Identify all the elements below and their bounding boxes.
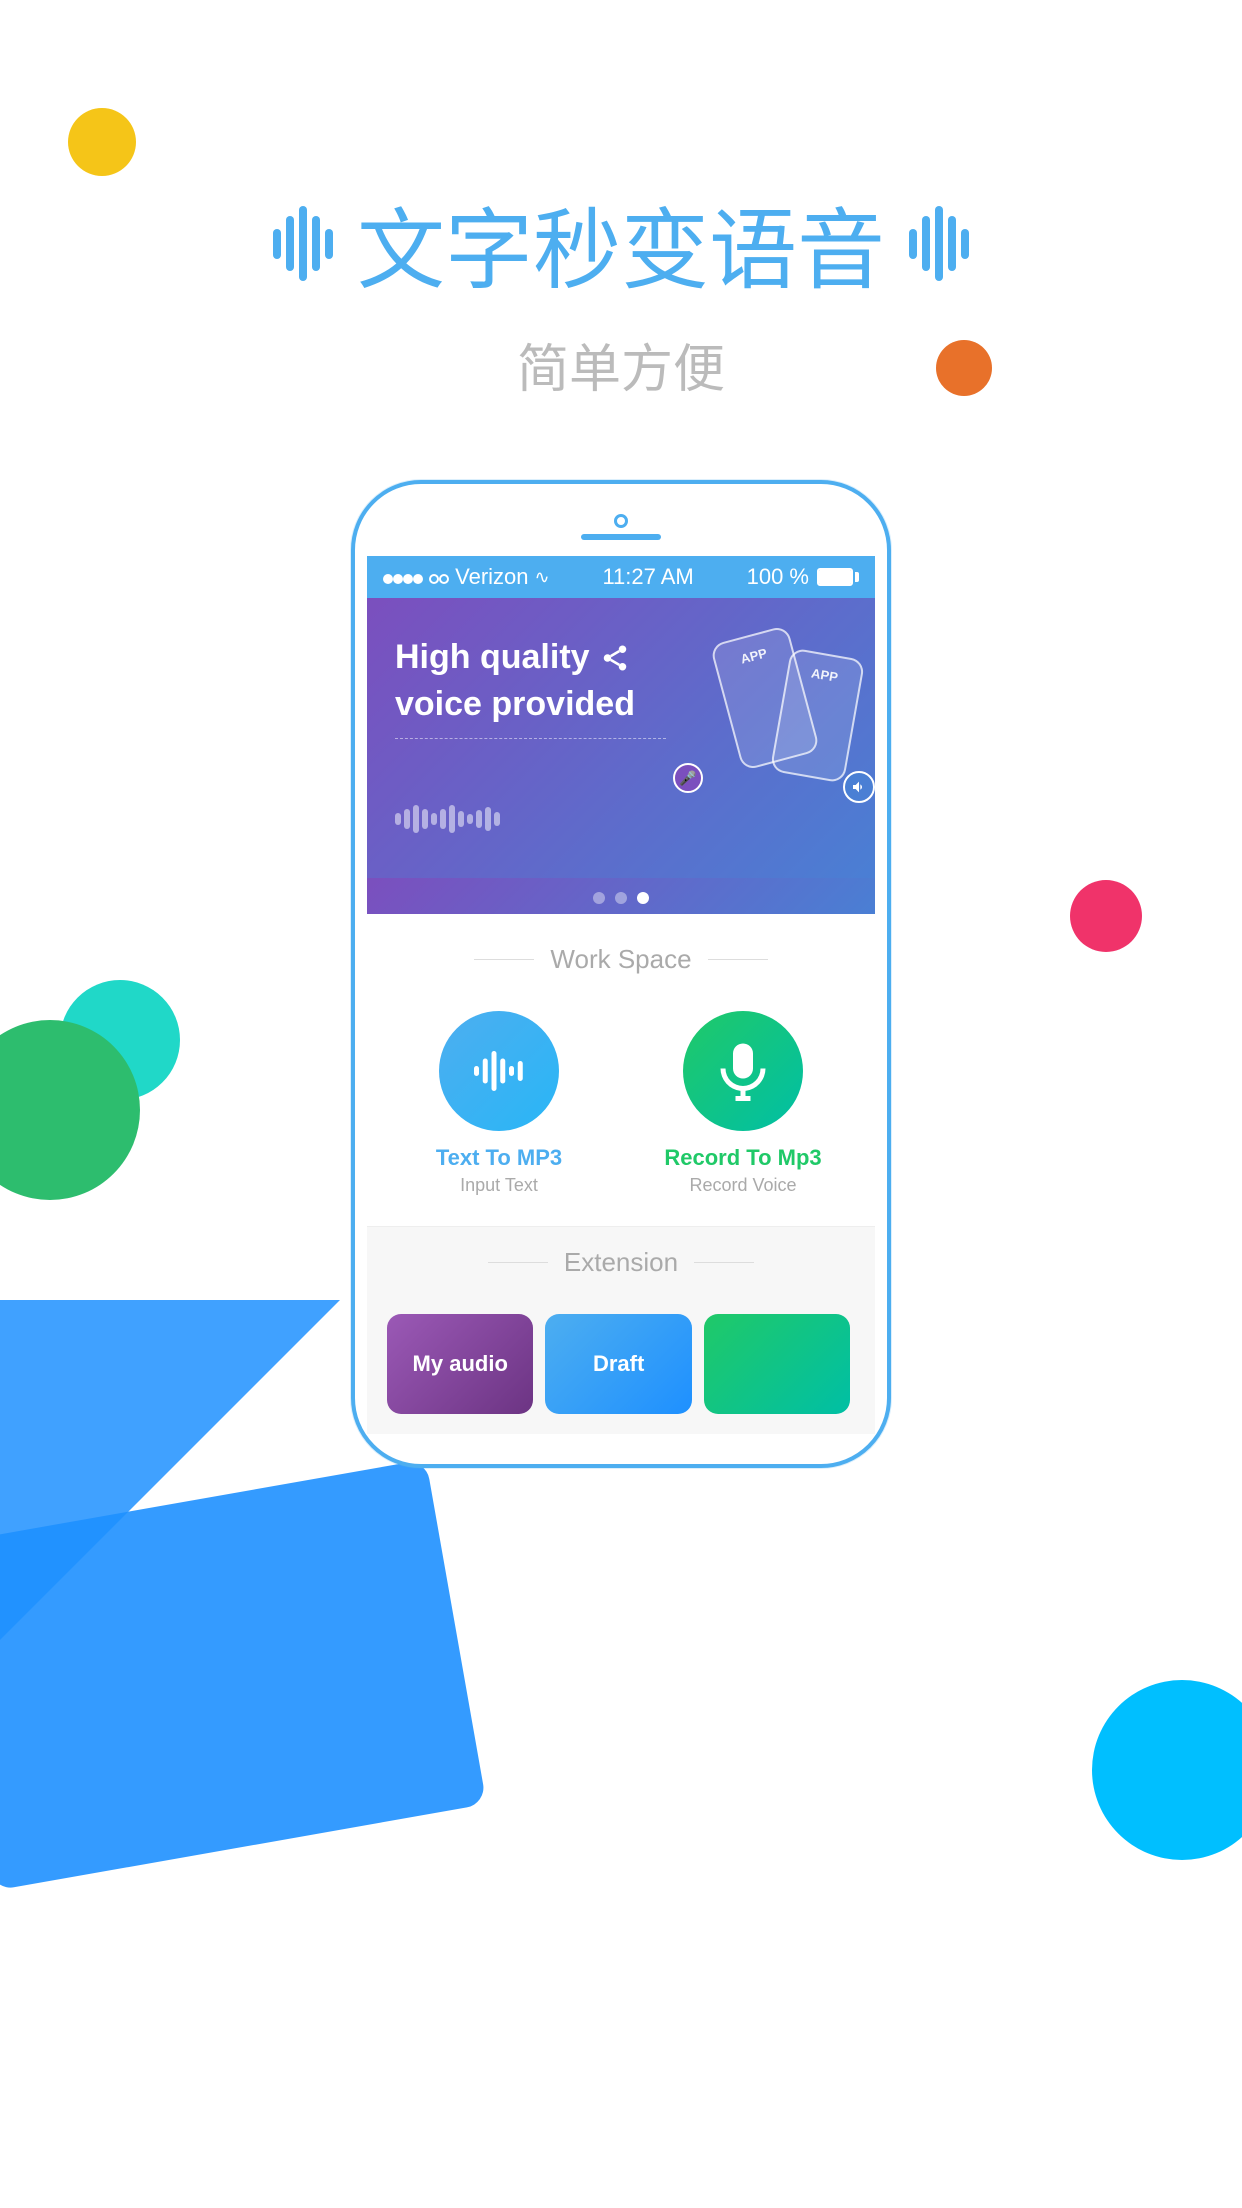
signal-indicator: [383, 564, 449, 590]
yellow-circle-decoration: [68, 108, 136, 176]
record-to-mp3-sublabel: Record Voice: [689, 1175, 796, 1196]
extension-section-title: Extension: [387, 1247, 855, 1278]
workspace-item-text-to-mp3[interactable]: Text To MP3 Input Text: [387, 1011, 611, 1196]
banner-wave-decoration: [395, 805, 500, 833]
phone-top-elements: [367, 514, 875, 540]
battery-percent: 100 %: [747, 564, 809, 590]
illus-mic-icon: 🎤: [673, 763, 703, 793]
app-headline: 文字秒变语音: [0, 180, 1242, 307]
phone-camera: [614, 514, 628, 528]
workspace-grid: Text To MP3 Input Text Record To Mp3 Rec…: [387, 1011, 855, 1196]
extension-section: Extension My audio Draft: [367, 1226, 875, 1434]
waveform-icon: [469, 1041, 529, 1101]
dot-3-active: [637, 892, 649, 904]
banner-text: High quality voice provided: [395, 638, 847, 739]
workspace-divider-left: [474, 959, 534, 960]
headline-text: 文字秒变语音: [357, 180, 885, 307]
sound-wave-right: [909, 206, 969, 281]
dot-2: [615, 892, 627, 904]
header-section: 文字秒变语音 简单方便: [0, 180, 1242, 402]
workspace-section-title: Work Space: [387, 944, 855, 975]
sound-wave-left: [273, 206, 333, 281]
record-to-mp3-icon-circle: [683, 1011, 803, 1131]
battery-body: [817, 568, 853, 586]
status-right: 100 %: [747, 564, 859, 590]
extension-card-draft[interactable]: Draft: [545, 1314, 691, 1414]
pink-circle-decoration: [1070, 880, 1142, 952]
record-to-mp3-label: Record To Mp3: [664, 1145, 821, 1171]
phone-screen: Verizon ∿ 11:27 AM 100 %: [367, 556, 875, 1434]
text-to-mp3-icon-circle: [439, 1011, 559, 1131]
battery-fill: [819, 570, 851, 584]
header-subtitle: 简单方便: [0, 327, 1242, 402]
extension-divider-left: [488, 1262, 548, 1263]
workspace-item-record-to-mp3[interactable]: Record To Mp3 Record Voice: [631, 1011, 855, 1196]
dot-1: [593, 892, 605, 904]
phone-speaker: [581, 534, 661, 540]
illus-sound-icon: [843, 771, 875, 803]
cyan-circle-decoration: [1092, 1680, 1242, 1860]
banner-divider: [395, 738, 666, 739]
workspace-section: Work Space: [367, 914, 875, 1226]
phone-frame: Verizon ∿ 11:27 AM 100 %: [351, 480, 891, 1468]
wifi-icon: ∿: [535, 567, 550, 588]
blue-rect-decoration: [0, 1459, 487, 1891]
extension-card-3[interactable]: [704, 1314, 850, 1414]
status-time: 11:27 AM: [602, 564, 693, 590]
text-to-mp3-label: Text To MP3: [436, 1145, 562, 1171]
slider-dots: [367, 878, 875, 914]
extension-cards-row: My audio Draft: [387, 1314, 855, 1414]
banner-title-line1: High quality: [395, 638, 847, 677]
battery-icon: [817, 568, 859, 586]
status-bar: Verizon ∿ 11:27 AM 100 %: [367, 556, 875, 598]
promo-banner: High quality voice provided: [367, 598, 875, 878]
status-left: Verizon ∿: [383, 564, 550, 590]
phone-mockup: Verizon ∿ 11:27 AM 100 %: [351, 480, 891, 1468]
extension-divider-right: [694, 1262, 754, 1263]
battery-cap: [855, 572, 859, 582]
microphone-icon: [713, 1041, 773, 1101]
extension-card-my-audio[interactable]: My audio: [387, 1314, 533, 1414]
workspace-divider-right: [708, 959, 768, 960]
carrier-name: Verizon: [455, 564, 528, 590]
share-icon: [600, 643, 630, 673]
banner-title-line2: voice provided: [395, 685, 847, 724]
text-to-mp3-sublabel: Input Text: [460, 1175, 538, 1196]
